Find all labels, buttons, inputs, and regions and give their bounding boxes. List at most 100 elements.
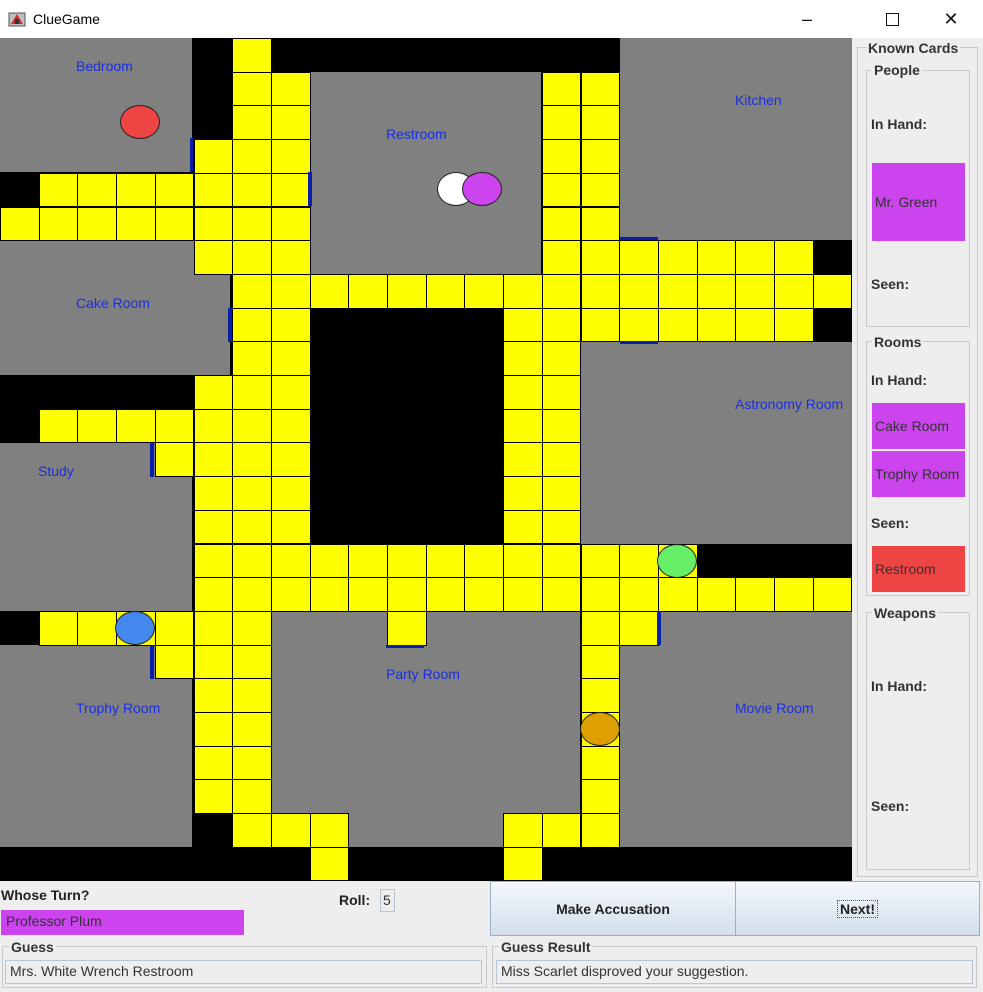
walkway-tile[interactable] bbox=[696, 577, 737, 612]
walkway-tile[interactable] bbox=[541, 105, 582, 141]
walkway-tile[interactable] bbox=[154, 644, 195, 680]
walkway-tile[interactable] bbox=[812, 273, 852, 309]
walkway-tile[interactable] bbox=[464, 273, 505, 309]
walkway-tile[interactable] bbox=[657, 577, 698, 612]
walkway-tile[interactable] bbox=[348, 543, 388, 579]
walkway-tile[interactable] bbox=[232, 678, 272, 713]
walkway-tile[interactable] bbox=[812, 577, 852, 612]
walkway-tile[interactable] bbox=[154, 442, 195, 478]
walkway-tile[interactable] bbox=[503, 341, 543, 376]
walkway-tile[interactable] bbox=[232, 206, 272, 242]
walkway-tile[interactable] bbox=[232, 610, 272, 646]
walkway-tile[interactable] bbox=[193, 375, 234, 410]
walkway-tile[interactable] bbox=[503, 408, 543, 444]
walkway-tile[interactable] bbox=[232, 779, 272, 815]
walkway-tile[interactable] bbox=[309, 813, 350, 848]
walkway-tile[interactable] bbox=[657, 240, 698, 275]
walkway-tile[interactable] bbox=[270, 71, 311, 107]
walkway-tile[interactable] bbox=[541, 206, 582, 242]
walkway-tile[interactable] bbox=[387, 543, 427, 579]
walkway-tile[interactable] bbox=[580, 644, 621, 680]
walkway-tile[interactable] bbox=[193, 644, 234, 680]
walkway-tile[interactable] bbox=[193, 543, 234, 579]
walkway-tile[interactable] bbox=[580, 172, 621, 208]
player-token-purple[interactable] bbox=[462, 172, 502, 206]
walkway-tile[interactable] bbox=[541, 273, 582, 309]
walkway-tile[interactable] bbox=[270, 341, 311, 376]
walkway-tile[interactable] bbox=[154, 408, 195, 444]
walkway-tile[interactable] bbox=[38, 408, 79, 444]
walkway-tile[interactable] bbox=[541, 509, 582, 545]
walkway-tile[interactable] bbox=[503, 543, 543, 579]
walkway-tile[interactable] bbox=[541, 813, 582, 848]
walkway-tile[interactable] bbox=[541, 71, 582, 107]
walkway-tile[interactable] bbox=[503, 442, 543, 478]
walkway-tile[interactable] bbox=[619, 577, 659, 612]
walkway-tile[interactable] bbox=[270, 307, 311, 343]
walkway-tile[interactable] bbox=[774, 240, 814, 275]
walkway-tile[interactable] bbox=[270, 577, 311, 612]
walkway-tile[interactable] bbox=[425, 577, 466, 612]
walkway-tile[interactable] bbox=[270, 408, 311, 444]
walkway-tile[interactable] bbox=[425, 273, 466, 309]
walkway-tile[interactable] bbox=[735, 577, 775, 612]
walkway-tile[interactable] bbox=[309, 543, 350, 579]
walkway-tile[interactable] bbox=[696, 273, 737, 309]
walkway-tile[interactable] bbox=[580, 779, 621, 815]
walkway-tile[interactable] bbox=[619, 240, 659, 275]
walkway-tile[interactable] bbox=[116, 206, 156, 242]
walkway-tile[interactable] bbox=[735, 240, 775, 275]
walkway-tile[interactable] bbox=[503, 813, 543, 848]
walkway-tile[interactable] bbox=[541, 476, 582, 511]
walkway-tile[interactable] bbox=[38, 610, 79, 646]
walkway-tile[interactable] bbox=[774, 273, 814, 309]
walkway-tile[interactable] bbox=[309, 273, 350, 309]
walkway-tile[interactable] bbox=[193, 779, 234, 815]
walkway-tile[interactable] bbox=[232, 442, 272, 478]
walkway-tile[interactable] bbox=[154, 610, 195, 646]
walkway-tile[interactable] bbox=[232, 375, 272, 410]
walkway-tile[interactable] bbox=[193, 172, 234, 208]
walkway-tile[interactable] bbox=[580, 610, 621, 646]
walkway-tile[interactable] bbox=[657, 307, 698, 343]
walkway-tile[interactable] bbox=[193, 442, 234, 478]
walkway-tile[interactable] bbox=[735, 307, 775, 343]
walkway-tile[interactable] bbox=[193, 712, 234, 747]
walkway-tile[interactable] bbox=[580, 71, 621, 107]
walkway-tile[interactable] bbox=[232, 712, 272, 747]
walkway-tile[interactable] bbox=[503, 476, 543, 511]
walkway-tile[interactable] bbox=[77, 408, 118, 444]
walkway-tile[interactable] bbox=[580, 206, 621, 242]
walkway-tile[interactable] bbox=[541, 307, 582, 343]
walkway-tile[interactable] bbox=[657, 273, 698, 309]
walkway-tile[interactable] bbox=[580, 813, 621, 848]
walkway-tile[interactable] bbox=[270, 813, 311, 848]
walkway-tile[interactable] bbox=[503, 846, 543, 881]
walkway-tile[interactable] bbox=[193, 745, 234, 781]
walkway-tile[interactable] bbox=[309, 846, 350, 881]
walkway-tile[interactable] bbox=[580, 273, 621, 309]
walkway-tile[interactable] bbox=[503, 273, 543, 309]
walkway-tile[interactable] bbox=[464, 543, 505, 579]
walkway-tile[interactable] bbox=[503, 577, 543, 612]
walkway-tile[interactable] bbox=[270, 240, 311, 275]
walkway-tile[interactable] bbox=[154, 172, 195, 208]
walkway-tile[interactable] bbox=[541, 408, 582, 444]
walkway-tile[interactable] bbox=[774, 577, 814, 612]
walkway-tile[interactable] bbox=[541, 139, 582, 174]
walkway-tile[interactable] bbox=[619, 610, 659, 646]
walkway-tile[interactable] bbox=[464, 577, 505, 612]
walkway-tile[interactable] bbox=[232, 644, 272, 680]
walkway-tile[interactable] bbox=[232, 577, 272, 612]
walkway-tile[interactable] bbox=[232, 38, 272, 73]
walkway-tile[interactable] bbox=[387, 610, 427, 646]
walkway-tile[interactable] bbox=[541, 172, 582, 208]
walkway-tile[interactable] bbox=[38, 172, 79, 208]
walkway-tile[interactable] bbox=[425, 543, 466, 579]
walkway-tile[interactable] bbox=[193, 206, 234, 242]
walkway-tile[interactable] bbox=[77, 172, 118, 208]
walkway-tile[interactable] bbox=[541, 543, 582, 579]
walkway-tile[interactable] bbox=[232, 341, 272, 376]
walkway-tile[interactable] bbox=[309, 577, 350, 612]
walkway-tile[interactable] bbox=[270, 442, 311, 478]
